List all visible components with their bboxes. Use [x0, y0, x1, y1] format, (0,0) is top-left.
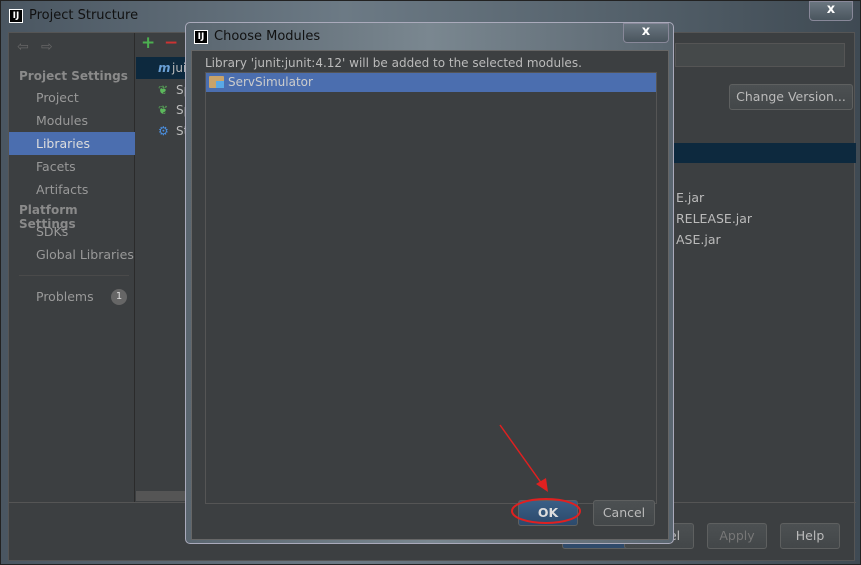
annotation-arrow — [499, 424, 543, 485]
annotation-overlay — [499, 424, 581, 524]
arrow-head-icon — [536, 478, 548, 492]
annotation-circle — [511, 498, 581, 524]
